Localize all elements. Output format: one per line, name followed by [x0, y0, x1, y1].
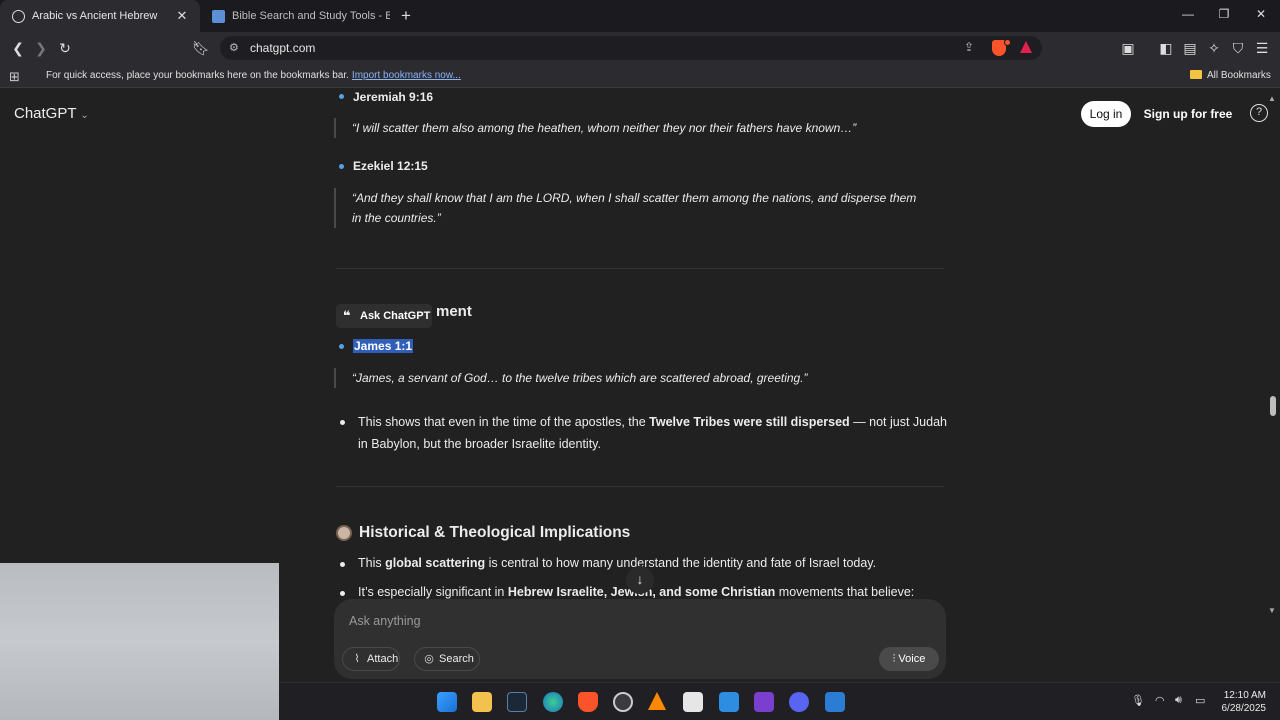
- file-explorer-icon[interactable]: [472, 692, 492, 712]
- volume-icon[interactable]: 🔊︎: [1175, 694, 1182, 707]
- quote-line: “And they shall know that I am the LORD,…: [352, 191, 917, 205]
- bookmarks-bar: ⊞ For quick access, place your bookmarks…: [0, 64, 1280, 88]
- date: 6/28/2025: [1221, 703, 1267, 714]
- scroll-to-bottom-icon[interactable]: ↓: [626, 566, 654, 594]
- screenshot-icon[interactable]: ▣: [1118, 38, 1138, 58]
- quote-icon: ❝: [343, 308, 351, 323]
- divider: [336, 486, 944, 487]
- log-in-button[interactable]: Log in: [1081, 101, 1131, 127]
- wifi-icon[interactable]: ◠: [1155, 694, 1165, 707]
- leo-ai-icon[interactable]: ✧: [1204, 38, 1224, 58]
- brave-rewards-icon[interactable]: [1020, 41, 1032, 53]
- section-heading-partial: ment: [436, 303, 472, 320]
- site-info-icon[interactable]: ⚙: [229, 41, 239, 54]
- quote-ezekiel: “And they shall know that I am the LORD,…: [352, 188, 952, 228]
- bookmark-icon[interactable]: 🔖︎: [191, 38, 211, 58]
- search-button[interactable]: ◎ Search: [414, 647, 480, 671]
- close-tab-icon[interactable]: ✕: [174, 8, 190, 24]
- menu-icon[interactable]: ☰: [1252, 38, 1272, 58]
- webcam-overlay: [0, 563, 279, 720]
- quote-bar: [334, 368, 336, 388]
- prompt-input[interactable]: Ask anything: [349, 614, 421, 628]
- windows-taskbar: [279, 682, 1280, 720]
- attach-button[interactable]: ⌇ Attach: [342, 647, 400, 671]
- forward-icon[interactable]: ❯: [31, 38, 51, 58]
- battery-icon[interactable]: ▭: [1195, 694, 1205, 707]
- list-bullet: [339, 344, 344, 349]
- all-bookmarks-button[interactable]: All Bookmarks: [1190, 70, 1271, 81]
- reference-ezekiel: Ezekiel 12:15: [353, 159, 428, 173]
- paperclip-icon: ⌇: [354, 653, 360, 665]
- page-scrollbar-thumb[interactable]: [1270, 396, 1276, 416]
- word-icon[interactable]: [825, 692, 845, 712]
- selected-text: James 1:1: [353, 339, 414, 353]
- quote-line: in the countries.”: [352, 211, 441, 225]
- divider: [336, 268, 944, 269]
- share-icon[interactable]: ⇪: [964, 40, 974, 54]
- folder-icon: [1190, 70, 1202, 79]
- bible-favicon-icon: [212, 9, 225, 23]
- minimize-icon[interactable]: —: [1178, 7, 1198, 21]
- reload-icon[interactable]: ↻: [55, 38, 75, 58]
- compass-icon: [336, 525, 352, 541]
- list-bullet: [339, 164, 344, 169]
- edge-icon[interactable]: [543, 692, 563, 712]
- vlc-icon[interactable]: [648, 692, 666, 710]
- new-tab-icon[interactable]: +: [401, 6, 411, 26]
- browser-tab-bar: Arabic vs Ancient Hebrew ✕ Bible Search …: [0, 0, 1280, 32]
- notepad-icon[interactable]: [719, 692, 739, 712]
- clipchamp-icon[interactable]: [754, 692, 774, 712]
- tab-title: Bible Search and Study Tools - Blue L: [232, 10, 390, 22]
- chevron-down-icon: ⌄: [80, 110, 89, 121]
- reference-james: James 1:1: [353, 339, 414, 353]
- list-bullet: [340, 420, 345, 425]
- restore-icon[interactable]: ❐: [1214, 7, 1234, 21]
- tab-bible-search[interactable]: Bible Search and Study Tools - Blue L: [208, 4, 390, 28]
- prompt-composer: Ask anything ⌇ Attach ◎ Search ⫶ Voice: [334, 599, 946, 679]
- wallet-icon[interactable]: ▤: [1180, 38, 1200, 58]
- voice-button[interactable]: ⫶ Voice: [879, 647, 939, 671]
- list-bullet: [340, 562, 345, 567]
- chatgpt-favicon-icon: [12, 9, 25, 23]
- chatgpt-header: ChatGPT ⌄ Log in Sign up for free ?: [0, 92, 1280, 134]
- list-bullet: [340, 591, 345, 596]
- scroll-down-arrow-icon[interactable]: ▼: [1268, 606, 1276, 615]
- url-text[interactable]: chatgpt.com: [250, 41, 315, 55]
- model-selector[interactable]: ChatGPT ⌄: [14, 105, 89, 122]
- bookmarks-hint: For quick access, place your bookmarks h…: [46, 70, 461, 81]
- start-icon[interactable]: [437, 692, 457, 712]
- time: 12:10 AM: [1223, 690, 1266, 701]
- steam-icon[interactable]: [507, 692, 527, 712]
- close-window-icon[interactable]: ✕: [1251, 7, 1271, 21]
- ask-chatgpt-label: Ask ChatGPT: [360, 310, 431, 322]
- section-heading: Historical & Theological Implications: [359, 524, 631, 541]
- quote-james: “James, a servant of God… to the twelve …: [352, 371, 808, 385]
- import-bookmarks-link[interactable]: Import bookmarks now...: [352, 70, 461, 81]
- ask-chatgpt-button[interactable]: ❝ Ask ChatGPT: [336, 304, 432, 328]
- chatgpt-app-icon[interactable]: [613, 692, 633, 712]
- clock[interactable]: 12:10 AM 6/28/2025: [1218, 689, 1267, 715]
- globe-icon: ◎: [424, 653, 434, 665]
- help-icon[interactable]: ?: [1250, 104, 1268, 122]
- microsoft-store-icon[interactable]: [683, 692, 703, 712]
- back-icon[interactable]: ❮: [8, 38, 28, 58]
- scroll-up-arrow-icon[interactable]: ▲: [1268, 94, 1276, 103]
- waveform-icon: ⫶: [892, 653, 896, 665]
- vpn-icon[interactable]: ⛉: [1228, 38, 1248, 58]
- discord-icon[interactable]: [789, 692, 809, 712]
- microphone-icon[interactable]: 🎙︎: [1131, 694, 1145, 707]
- implication-item: This global scattering is central to how…: [358, 556, 877, 570]
- address-bar[interactable]: ⚙ chatgpt.com ⇪: [220, 36, 1042, 60]
- apostles-paragraph: This shows that even in the time of the …: [358, 415, 947, 451]
- quote-bar: [334, 188, 336, 228]
- shields-badge: [1004, 39, 1011, 46]
- brave-icon[interactable]: [578, 692, 598, 712]
- apps-grid-icon[interactable]: ⊞: [9, 69, 20, 85]
- sidebar-icon[interactable]: ◧: [1156, 38, 1176, 58]
- sign-up-button[interactable]: Sign up for free: [1140, 101, 1236, 127]
- tab-arabic-vs-ancient-hebrew[interactable]: Arabic vs Ancient Hebrew ✕: [0, 0, 200, 32]
- tab-title: Arabic vs Ancient Hebrew: [32, 10, 158, 22]
